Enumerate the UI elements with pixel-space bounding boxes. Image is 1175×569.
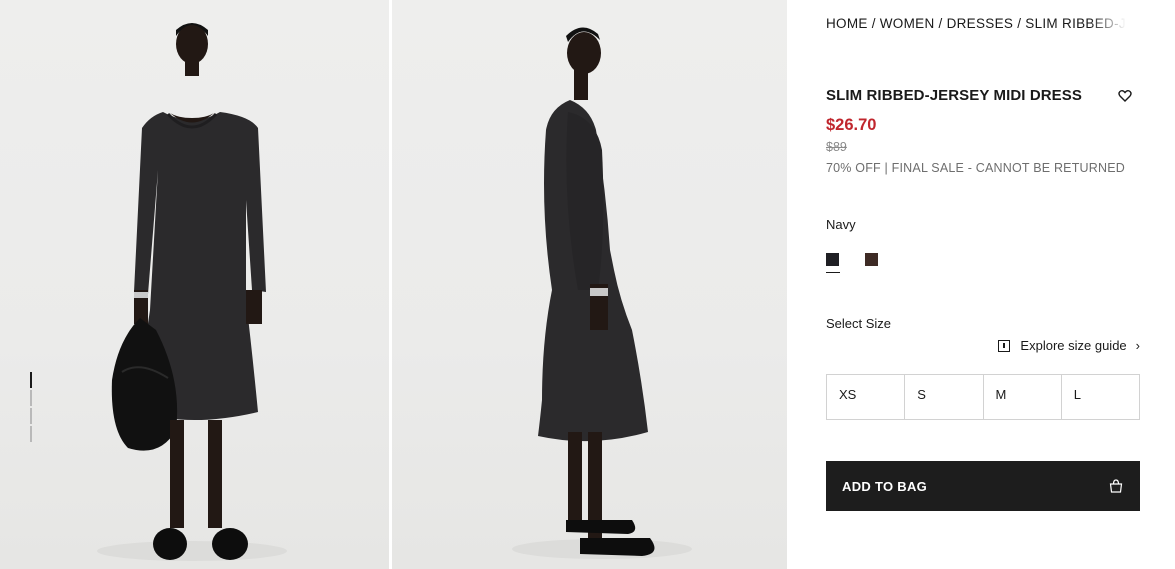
add-to-bag-button[interactable]: ADD TO BAG: [826, 461, 1140, 511]
size-option-s[interactable]: S: [905, 375, 984, 419]
add-to-bag-label: ADD TO BAG: [842, 478, 928, 494]
size-guide-link[interactable]: Explore size guide ›: [998, 338, 1140, 353]
selected-swatch-underline: [826, 272, 840, 273]
breadcrumb-separator: /: [1017, 16, 1022, 31]
chevron-right-icon: ›: [1135, 338, 1140, 353]
breadcrumb: HOME/WOMEN/DRESSES/SLIM RIBBED-JERSEY MI…: [826, 16, 1126, 31]
size-guide-label: Explore size guide: [1020, 338, 1127, 353]
size-selector: XS S M L: [826, 374, 1140, 420]
product-title: SLIM RIBBED-JERSEY MIDI DRESS: [826, 87, 1082, 104]
breadcrumb-dresses[interactable]: DRESSES: [947, 16, 1014, 31]
breadcrumb-home[interactable]: HOME: [826, 16, 868, 31]
breadcrumb-women[interactable]: WOMEN: [880, 16, 935, 31]
model-front-illustration: [97, 23, 287, 561]
gallery-indicator[interactable]: [30, 372, 32, 444]
breadcrumb-separator: /: [938, 16, 943, 31]
breadcrumb-separator: /: [871, 16, 876, 31]
shopping-bag-icon: [1109, 479, 1123, 493]
color-swatch-navy[interactable]: [826, 253, 839, 266]
original-price: $89: [826, 140, 847, 154]
gallery-dot[interactable]: [30, 408, 32, 424]
heart-icon[interactable]: [1118, 89, 1132, 103]
sale-note: 70% OFF | FINAL SALE - CANNOT BE RETURNE…: [826, 161, 1126, 175]
ruler-icon: [998, 339, 1011, 352]
size-option-xs[interactable]: XS: [827, 375, 906, 419]
select-size-label: Select Size: [826, 316, 892, 331]
model-side-illustration: [512, 27, 692, 559]
size-option-m[interactable]: M: [983, 375, 1062, 419]
gallery-dot[interactable]: [30, 372, 32, 388]
sale-price: $26.70: [826, 116, 877, 134]
size-option-l[interactable]: L: [1061, 375, 1139, 419]
product-gallery: [0, 0, 787, 569]
gallery-dot[interactable]: [30, 390, 32, 406]
color-swatch-brown[interactable]: [865, 253, 878, 266]
selected-color-label: Navy: [826, 217, 856, 232]
product-image-front[interactable]: [0, 0, 389, 569]
product-image-side[interactable]: [392, 0, 787, 569]
breadcrumb-current: SLIM RIBBED-JERSEY MIDI DRESS: [1025, 16, 1126, 31]
gallery-dot[interactable]: [30, 426, 32, 442]
